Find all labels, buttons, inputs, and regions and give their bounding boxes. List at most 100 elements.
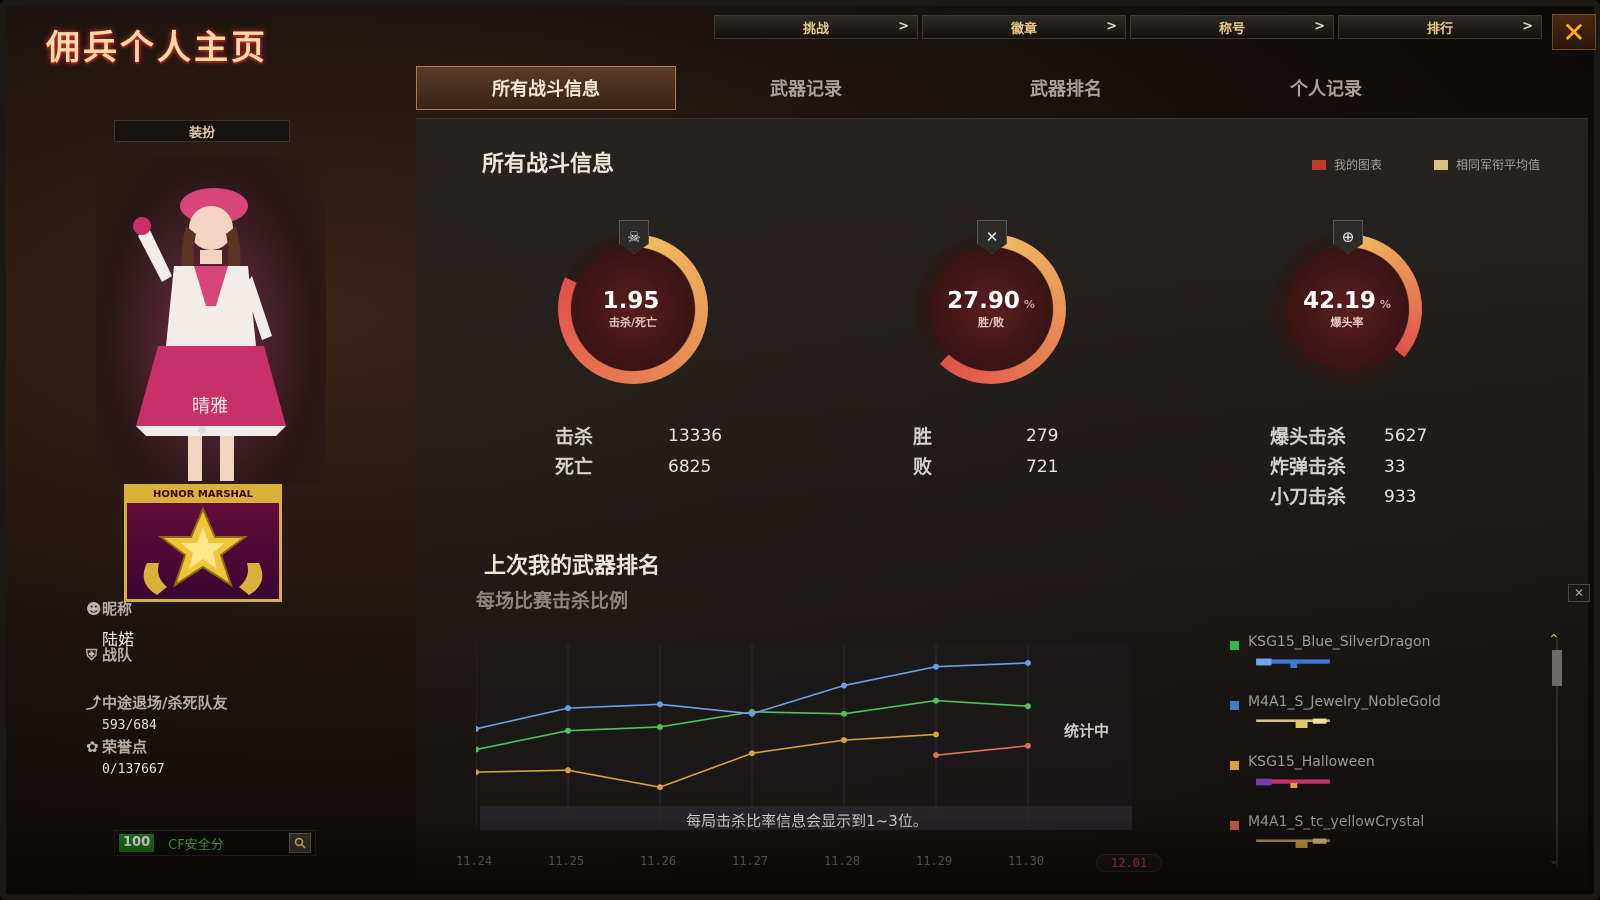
chevron-right-icon: > xyxy=(898,19,909,34)
chart-note: 每局击杀比率信息会显示到1~3位。 xyxy=(686,812,928,830)
search-icon xyxy=(294,837,306,849)
quit-row: ⤴中途退场/杀死队友 xyxy=(86,692,227,713)
team-row: ⛨ 战队 xyxy=(86,644,132,665)
carousel-dot[interactable] xyxy=(198,426,206,434)
chart-x-tick-label: 11.26 xyxy=(640,854,677,868)
ring-label: 爆头率 xyxy=(1330,316,1364,329)
scroll-down-icon[interactable]: ⌄ xyxy=(1548,852,1560,868)
weapon-color-swatch xyxy=(1230,821,1239,830)
honor-row: ✿ 荣誉点 xyxy=(86,736,147,757)
chart-x-tick-label: 11.24 xyxy=(456,854,493,868)
weapon-item[interactable]: M4A1_S_tc_yellowCrystal xyxy=(1230,814,1550,874)
safety-score-bar: 100 CF安全分 xyxy=(114,830,316,856)
legend-mine: 我的图表 xyxy=(1312,156,1382,173)
scroll-thumb[interactable] xyxy=(1552,650,1562,686)
deaths-label: 死亡 xyxy=(555,456,594,478)
weapon-color-swatch xyxy=(1230,701,1239,710)
chart-x-tick-label: 11.25 xyxy=(548,854,585,868)
ring-unit: % xyxy=(1023,298,1035,311)
search-button[interactable] xyxy=(289,833,311,853)
chart-x-axis: 11.24 11.25 11.26 11.27 11.28 11.29 11.30 12.01 xyxy=(456,854,1186,876)
character-name: 晴雅 xyxy=(192,396,228,417)
weapon-name: KSG15_Halloween xyxy=(1248,754,1375,770)
chart-x-tick-label[interactable]: 12.01 xyxy=(1096,854,1163,872)
crossed-guns-icon: ✕ xyxy=(977,220,1007,254)
rank-badge: HONOR MARSHAL xyxy=(124,484,282,602)
ring-unit: % xyxy=(1379,298,1391,311)
bomb-kills-value: 33 xyxy=(1384,457,1406,477)
close-button[interactable]: ✕ xyxy=(1552,14,1596,50)
top-nav-title[interactable]: 称号 > xyxy=(1130,15,1334,39)
wins-label: 胜 xyxy=(913,426,933,448)
headshot-kills-label: 爆头击杀 xyxy=(1270,426,1347,448)
shotgun-icon xyxy=(1256,778,1330,788)
section-title: 所有战斗信息 xyxy=(482,152,615,177)
weapon-item[interactable]: M4A1_S_Jewelry_NobleGold xyxy=(1230,694,1550,754)
badge-label: HONOR MARSHAL xyxy=(127,487,279,503)
losses-label: 败 xyxy=(913,456,933,478)
skull-icon: ☠ xyxy=(619,220,649,254)
kill-ratio-chart: 每局击杀比率信息会显示到1~3位。 统计中 11.24 11.25 11.26 11.… xyxy=(456,638,1163,872)
weapon-item[interactable]: KSG15_Blue_SilverDragon xyxy=(1230,634,1550,694)
tab-weapon-record[interactable]: 武器记录 xyxy=(676,66,936,110)
shield-icon: ⛨ xyxy=(86,646,98,664)
safety-score: 100 xyxy=(119,834,155,852)
legend-average: 相同军衔平均值 xyxy=(1434,156,1540,173)
rifle-icon xyxy=(1256,718,1330,728)
scroll-up-icon[interactable]: ⌃ xyxy=(1548,632,1560,648)
chart-plot-area xyxy=(480,644,1132,830)
ring-value: 1.95 xyxy=(603,288,664,314)
weapon-rank-subtitle: 每场比赛击杀比例 xyxy=(476,590,629,612)
knife-kills-value: 933 xyxy=(1384,487,1417,507)
ring-value: 27.90% xyxy=(947,288,1035,314)
marshal-star-icon xyxy=(143,506,263,595)
runner-icon: ⤴ xyxy=(86,694,102,712)
weapon-list: KSG15_Blue_SilverDragon M4A1_S_Jewelry_N… xyxy=(1230,634,1550,874)
chart-x-tick-label: 11.27 xyxy=(732,854,769,868)
top-nav-label: 徽章 xyxy=(1010,21,1037,37)
team-label: 战队 xyxy=(102,646,133,664)
top-nav-label: 挑战 xyxy=(802,21,829,37)
safety-label: CF安全分 xyxy=(168,837,224,853)
panel-close-button[interactable]: ✕ xyxy=(1568,584,1590,602)
tab-weapon-ranking[interactable]: 武器排名 xyxy=(936,66,1196,110)
win-rate-ring: ✕ 27.90% 胜/败 xyxy=(916,220,1066,384)
headshot-rate-value: 42.19 xyxy=(1303,288,1376,314)
weapon-item[interactable]: KSG15_Halloween xyxy=(1230,754,1550,814)
character-figure-icon xyxy=(133,188,286,481)
outfit-button[interactable]: 装扮 xyxy=(114,120,290,142)
nickname-label: 昵称 xyxy=(102,600,133,618)
kills-label: 击杀 xyxy=(555,426,594,448)
chart-status: 统计中 xyxy=(1064,722,1110,740)
weapon-rank-title: 上次我的武器排名 xyxy=(484,554,661,579)
weapon-color-swatch xyxy=(1230,641,1239,650)
top-nav-label: 排行 xyxy=(1426,21,1453,37)
top-nav-ranking[interactable]: 排行 > xyxy=(1338,15,1542,39)
knife-kills-label: 小刀击杀 xyxy=(1270,486,1347,508)
app-title: 佣兵个人主页 xyxy=(46,28,268,68)
nickname-row: ☻昵称 xyxy=(86,598,132,619)
quit-value: 593/684 xyxy=(102,718,157,733)
chart-x-tick-label: 11.29 xyxy=(916,854,953,868)
chevron-right-icon: > xyxy=(1522,19,1533,34)
window-frame: 佣兵个人主页 挑战 > 徽章 > 称号 > 排行 > ✕ 所有战斗信息 武器记录 武器排… xyxy=(0,0,1600,900)
weapon-name: M4A1_S_tc_yellowCrystal xyxy=(1248,814,1425,830)
weapon-name: KSG15_Blue_SilverDragon xyxy=(1248,634,1431,650)
top-nav-badge[interactable]: 徽章 > xyxy=(922,15,1126,39)
top-nav-challenge[interactable]: 挑战 > xyxy=(714,15,918,39)
legend-label: 相同军衔平均值 xyxy=(1456,158,1541,172)
tab-bar: 所有战斗信息 武器记录 武器排名 个人记录 xyxy=(416,66,1456,110)
losses-value: 721 xyxy=(1026,457,1059,477)
weapon-list-scrollbar[interactable]: ⌃ ⌄ xyxy=(1548,632,1562,868)
chevron-right-icon: > xyxy=(1106,19,1117,34)
legend-swatch-red xyxy=(1312,159,1326,170)
rifle-icon xyxy=(1256,838,1330,848)
weapon-color-swatch xyxy=(1230,761,1239,770)
win-rate-value: 27.90 xyxy=(947,288,1020,314)
deaths-value: 6825 xyxy=(668,457,712,477)
kills-value: 13336 xyxy=(668,426,723,446)
chevron-right-icon: > xyxy=(1314,19,1325,34)
honor-label: 荣誉点 xyxy=(102,738,148,756)
tab-personal-record[interactable]: 个人记录 xyxy=(1196,66,1456,110)
tab-all-battle-info[interactable]: 所有战斗信息 xyxy=(416,66,676,110)
